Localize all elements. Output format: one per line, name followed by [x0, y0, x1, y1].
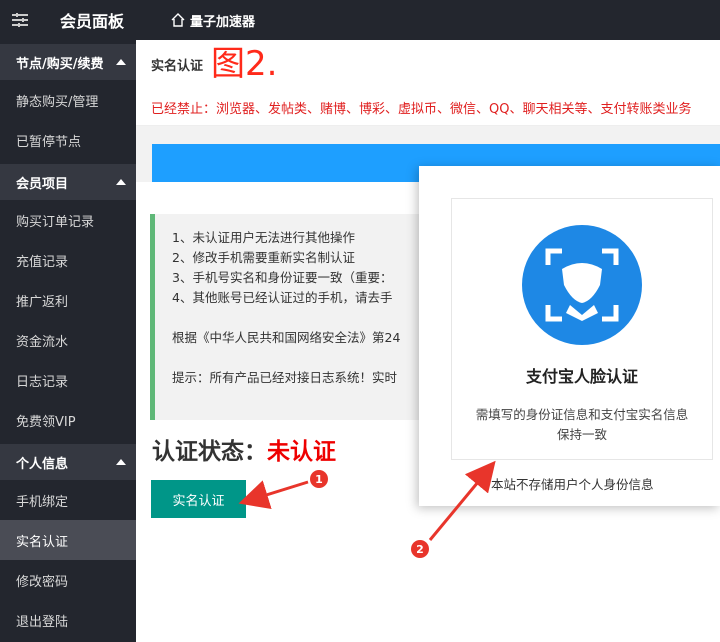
- notice-line: 4、其他账号已经认证过的手机，请去手: [172, 290, 393, 305]
- home-link[interactable]: 量子加速器: [170, 11, 255, 30]
- banned-notice: 已经禁止：浏览器、发帖类、赌博、博彩、虚拟币、微信、QQ、聊天相关等、支付转账类…: [136, 90, 720, 126]
- notice-tip-line: 提示：所有产品已经对接日志系统！实时: [172, 370, 398, 385]
- app-title: 会员面板: [60, 12, 125, 31]
- sidebar-group-nodes[interactable]: 节点/购买/续费: [0, 40, 136, 80]
- annotation-badge-2: 2: [411, 540, 429, 558]
- sidebar-group-label: 节点/购买/续费: [16, 56, 104, 72]
- figure-label: 图2.: [211, 44, 278, 84]
- notice-box: 1、未认证用户无法进行其他操作 2、修改手机需要重新实名制认证 3、手机号实名和…: [150, 214, 450, 420]
- sidebar-group-label: 个人信息: [16, 456, 69, 472]
- sidebar-item-recharge[interactable]: 充值记录: [0, 240, 136, 280]
- page-header: 实名认证 图2.: [136, 44, 720, 84]
- sidebar-group-personal[interactable]: 个人信息: [0, 440, 136, 480]
- sidebar-item-change-password[interactable]: 修改密码: [0, 560, 136, 600]
- sidebar-item-logout[interactable]: 退出登陆: [0, 600, 136, 640]
- sidebar-item-orders[interactable]: 购买订单记录: [0, 200, 136, 240]
- status-value: 未认证: [267, 439, 336, 465]
- sidebar-item-referral[interactable]: 推广返利: [0, 280, 136, 320]
- annotation-badge-1: 1: [310, 470, 328, 488]
- status-label: 认证状态：: [152, 439, 267, 465]
- sidebar-item-funds[interactable]: 资金流水: [0, 320, 136, 360]
- collapse-arrow-icon: [116, 179, 126, 185]
- notice-line: 2、修改手机需要重新实名制认证: [172, 250, 355, 265]
- sidebar-item-free-vip[interactable]: 免费领VIP: [0, 400, 136, 440]
- notice-line: 1、未认证用户无法进行其他操作: [172, 230, 355, 245]
- collapse-arrow-icon: [116, 459, 126, 465]
- sidebar-item-real-name[interactable]: 实名认证: [0, 520, 136, 560]
- card-title: 支付宝人脸认证: [525, 367, 638, 386]
- top-bar: 会员面板 量子加速器: [0, 0, 720, 40]
- collapse-arrow-icon: [116, 59, 126, 65]
- sidebar-item-static-purchase[interactable]: 静态购买/管理: [0, 80, 136, 120]
- privacy-note: 本站不存储用户个人身份信息: [491, 477, 654, 492]
- alipay-face-card[interactable]: 支付宝人脸认证 需填写的身份证信息和支付宝实名信息保持一致: [451, 198, 713, 460]
- verification-status: 认证状态： 未认证: [152, 432, 336, 466]
- card-description: 需填写的身份证信息和支付宝实名信息保持一致: [475, 407, 689, 442]
- verification-popup: 支付宝人脸认证 需填写的身份证信息和支付宝实名信息保持一致 本站不存储用户个人身…: [419, 166, 720, 506]
- face-scan-icon: [522, 225, 642, 345]
- sidebar-item-paused-nodes[interactable]: 已暂停节点: [0, 120, 136, 160]
- home-icon: [171, 13, 185, 27]
- menu-icon[interactable]: [0, 0, 40, 40]
- verify-button[interactable]: 实名认证: [151, 480, 246, 518]
- notice-law-line: 根据《中华人民共和国网络安全法》第24: [172, 330, 401, 345]
- sidebar-group-label: 会员项目: [16, 176, 69, 192]
- sidebar-group-member[interactable]: 会员项目: [0, 160, 136, 200]
- sidebar-item-phone-bind[interactable]: 手机绑定: [0, 480, 136, 520]
- home-label: 量子加速器: [190, 14, 256, 30]
- notice-line: 3、手机号实名和身份证要一致（重要：: [172, 270, 393, 285]
- sidebar-item-logs[interactable]: 日志记录: [0, 360, 136, 400]
- page-title: 实名认证: [151, 58, 204, 74]
- sidebar: 节点/购买/续费 静态购买/管理 已暂停节点 会员项目 购买订单记录 充值记录 …: [0, 40, 136, 642]
